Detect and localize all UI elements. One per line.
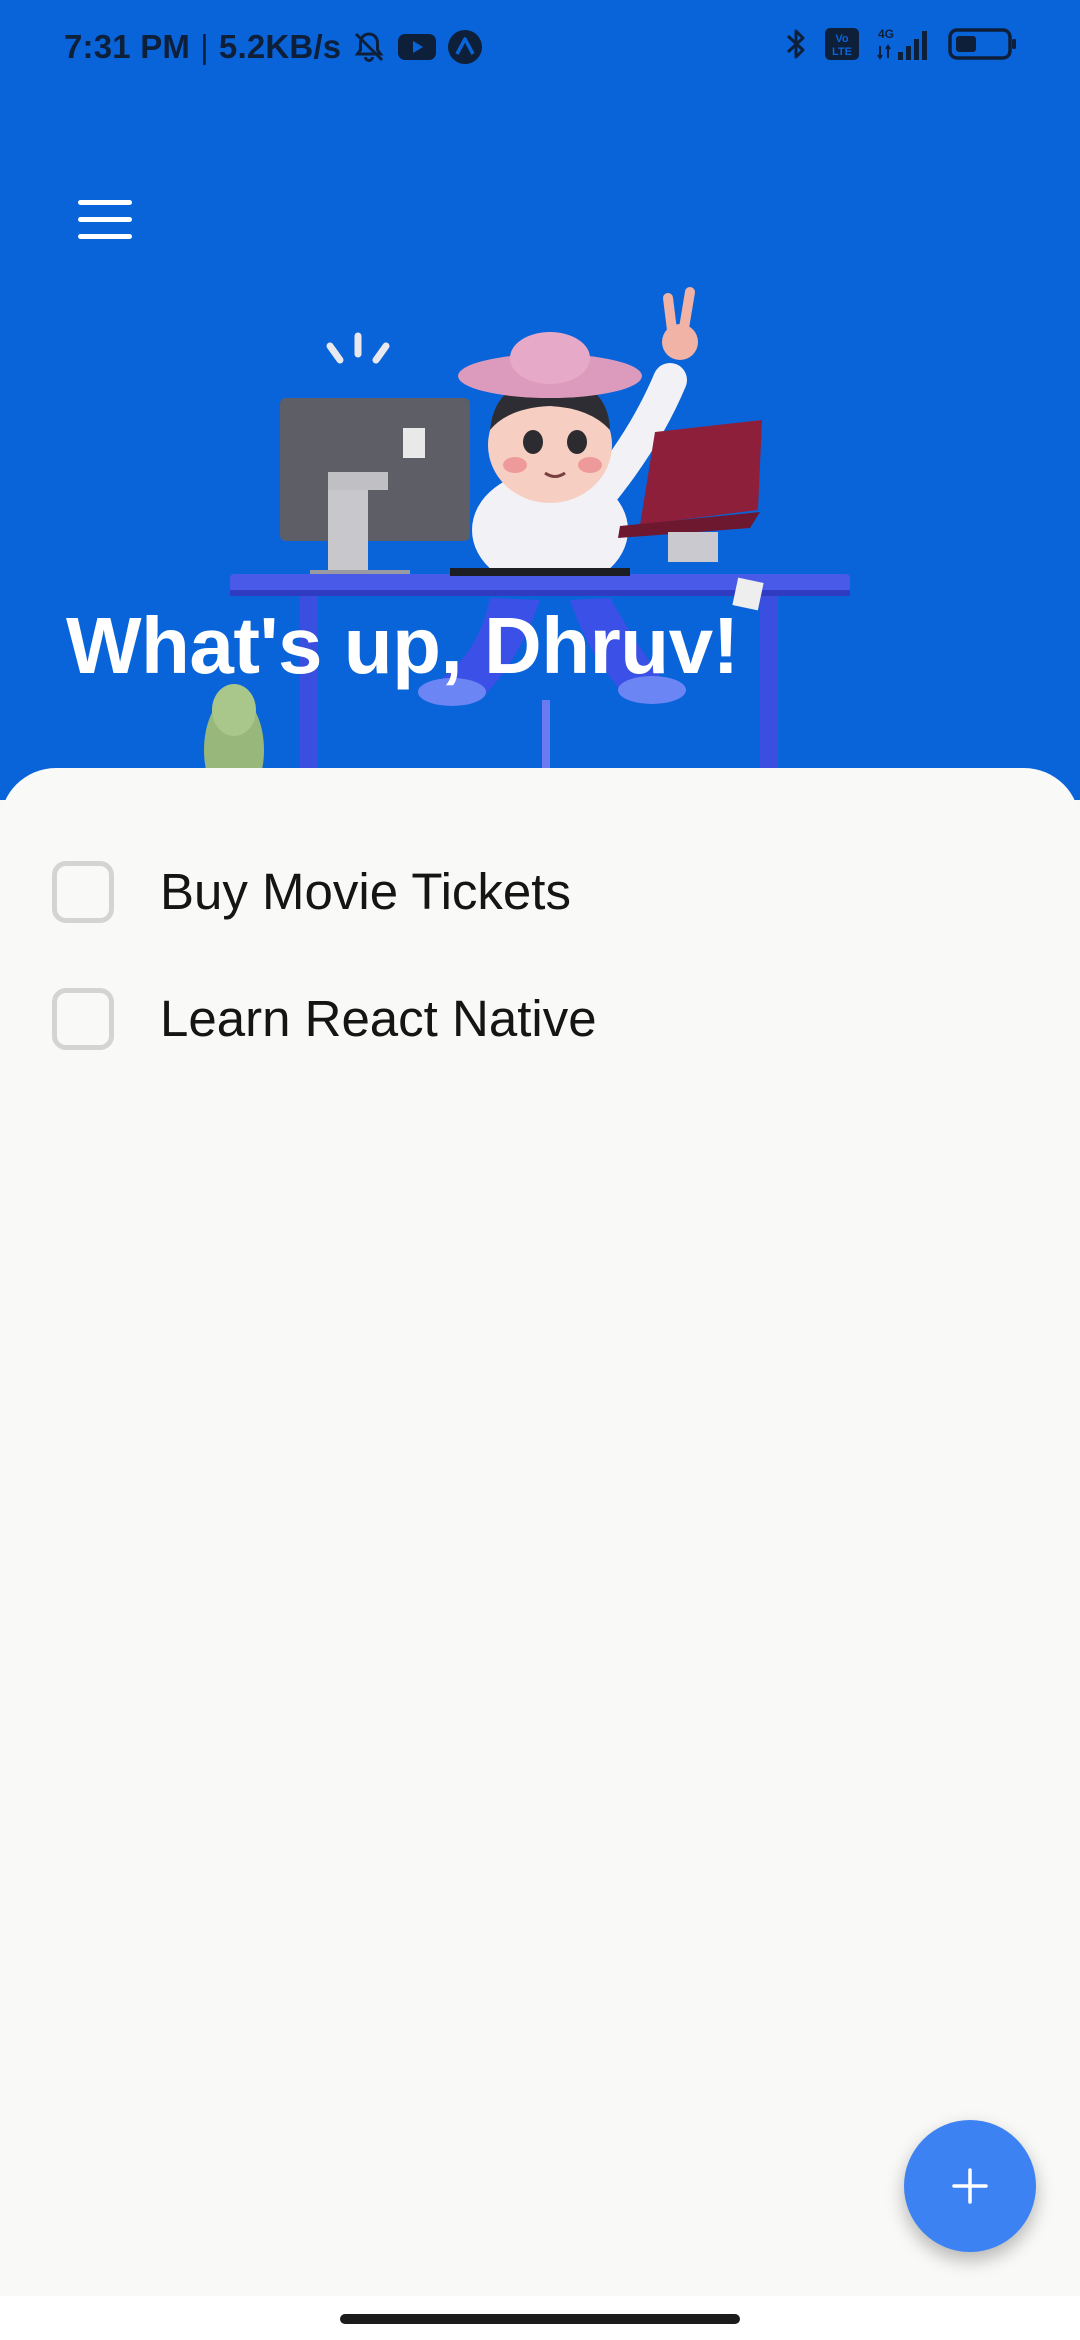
svg-text:LTE: LTE	[832, 46, 852, 58]
system-nav-bar	[0, 2296, 1080, 2340]
status-left: 7:31 PM | 5.2KB/s	[64, 28, 483, 66]
status-separator: |	[200, 28, 209, 65]
add-task-button[interactable]	[904, 2120, 1036, 2252]
task-item[interactable]: Learn React Native	[0, 955, 1080, 1082]
app-screen: 7:31 PM | 5.2KB/s Vo LTE 4G What's up, D…	[0, 0, 1080, 2340]
signal-4g-icon: 4G	[876, 26, 932, 62]
youtube-icon	[397, 32, 437, 62]
status-time: 7:31 PM	[64, 28, 191, 65]
developer-at-desk-illustration	[204, 287, 850, 800]
header-banner: 7:31 PM | 5.2KB/s Vo LTE 4G What's up, D…	[0, 0, 1080, 800]
bluetooth-icon	[784, 26, 808, 62]
task-label: Learn React Native	[160, 990, 597, 1047]
task-checkbox[interactable]	[52, 860, 114, 923]
hamburger-menu-icon[interactable]	[68, 190, 142, 250]
network-speed: 5.2KB/s	[218, 28, 342, 65]
volte-icon: Vo LTE	[824, 27, 860, 61]
app-a-icon	[447, 29, 483, 65]
battery-icon	[948, 27, 1018, 61]
home-indicator[interactable]	[340, 2314, 740, 2324]
plus-icon	[952, 2168, 988, 2204]
status-right: Vo LTE 4G	[784, 26, 1018, 62]
bell-off-icon	[351, 29, 387, 65]
task-checkbox[interactable]	[52, 987, 114, 1050]
svg-text:Vo: Vo	[835, 33, 849, 45]
task-list: Buy Movie Tickets Learn React Native	[0, 828, 1080, 1082]
task-label: Buy Movie Tickets	[160, 863, 571, 920]
svg-text:4G: 4G	[878, 27, 894, 41]
greeting-title: What's up, Dhruv!	[66, 601, 739, 690]
task-item[interactable]: Buy Movie Tickets	[0, 828, 1080, 955]
task-sheet: Buy Movie Tickets Learn React Native	[0, 768, 1080, 2296]
status-bar: 7:31 PM | 5.2KB/s Vo LTE 4G	[0, 0, 1080, 100]
